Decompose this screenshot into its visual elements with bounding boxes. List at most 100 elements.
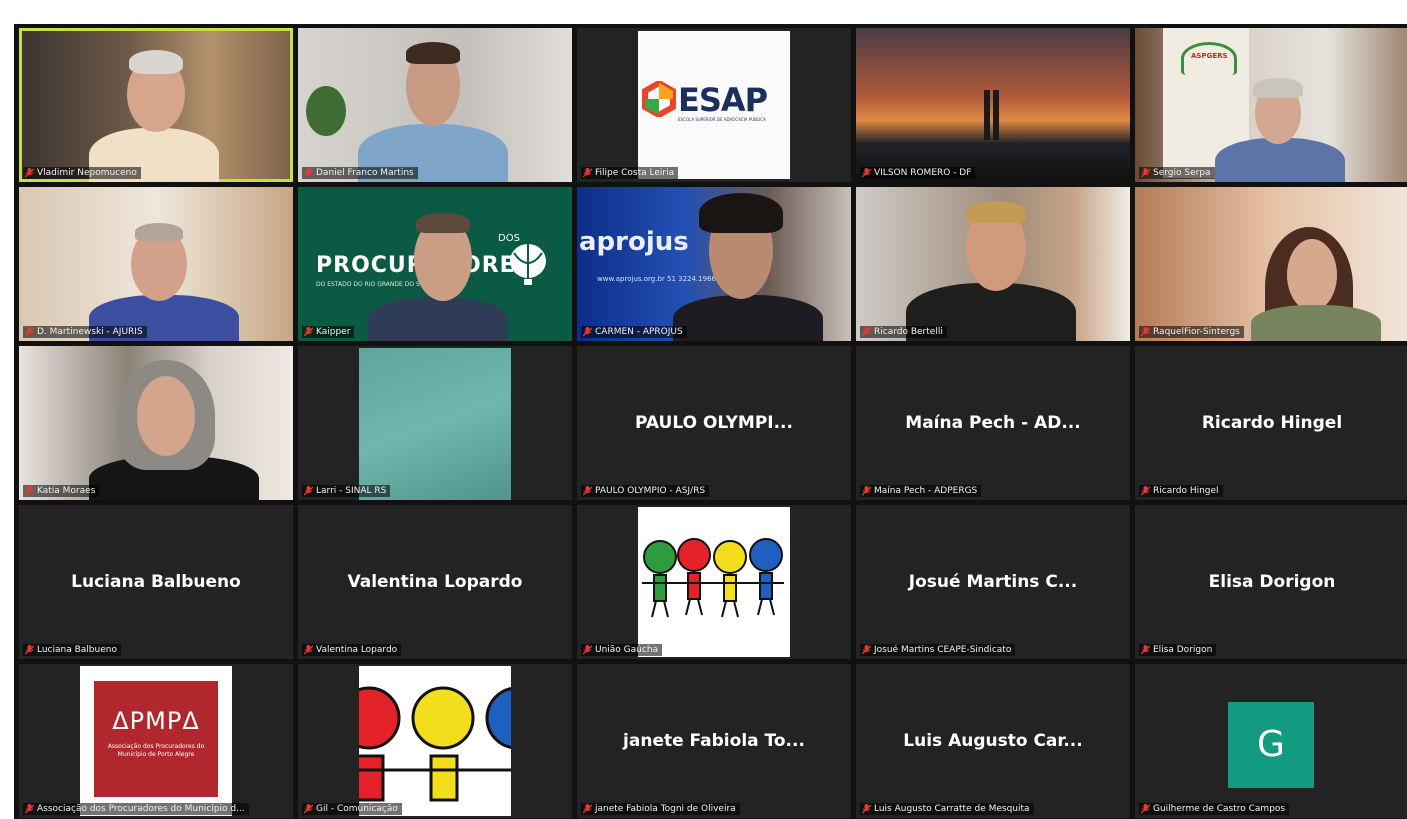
participant-tile-paulo[interactable]: PAULO OLYMPI... PAULO OLYMPIO - ASJ/RS: [577, 346, 851, 500]
participant-background-image: [359, 348, 511, 500]
participant-tile-ricardo-hingel[interactable]: Ricardo Hingel Ricardo Hingel: [1135, 346, 1407, 500]
participant-name-label: Guilherme de Castro Campos: [1139, 803, 1290, 815]
participant-name-label: Josué Martins CEAPE-Sindicato: [860, 644, 1016, 656]
participant-name-label: União Gaúcha: [581, 644, 663, 656]
congress-towers: [993, 90, 999, 140]
mic-muted-icon: [862, 645, 871, 655]
mic-muted-icon: [862, 486, 871, 496]
participant-name-label: Kaipper: [302, 326, 355, 338]
participant-name-label: Ricardo Hingel: [1139, 485, 1223, 497]
participant-name-label: Sergio Serpa: [1139, 167, 1215, 179]
aprojus-logo-text: aprojus: [579, 227, 689, 257]
mic-muted-icon: [862, 804, 871, 814]
participant-tile-janete[interactable]: janete Fabiola To... janete Fabiola Togn…: [577, 664, 851, 818]
participant-display-name: Josué Martins C...: [908, 572, 1078, 592]
mic-muted-icon: [1141, 486, 1150, 496]
participant-name-label: Associação dos Procuradores do Município…: [23, 803, 249, 815]
mic-muted-icon: [1141, 327, 1150, 337]
mic-muted-icon: [25, 645, 34, 655]
mic-muted-icon: [862, 327, 871, 337]
participant-tile-larri[interactable]: Larri - SINAL RS: [298, 346, 572, 500]
participant-display-name: PAULO OLYMPI...: [635, 413, 793, 433]
participant-name-label: Ricardo Bertelli: [860, 326, 947, 338]
apmpa-logo-subtext: Associação dos Procuradores do Município…: [107, 743, 205, 758]
participant-name-label: Maína Pech - ADPERGS: [860, 485, 982, 497]
mic-muted-icon: [583, 168, 592, 178]
mic-muted-icon: [304, 327, 313, 337]
participant-tile-daniel[interactable]: Daniel Franco Martins: [298, 28, 572, 182]
participant-tile-guilherme[interactable]: G Guilherme de Castro Campos: [1135, 664, 1407, 818]
participant-name-label: D. Martinewski - AJURIS: [23, 326, 147, 338]
participant-name-label: Katia Moraes: [23, 485, 100, 497]
participant-tile-valentina[interactable]: Valentina Lopardo Valentina Lopardo: [298, 505, 572, 659]
mic-muted-icon: [1141, 804, 1150, 814]
participant-tile-apmpa[interactable]: ΔPMPΔ Associação dos Procuradores do Mun…: [19, 664, 293, 818]
participant-name-label: janete Fabiola Togni de Oliveira: [581, 803, 740, 815]
participant-name-label: Daniel Franco Martins: [302, 167, 418, 179]
mic-muted-icon: [25, 804, 34, 814]
uniao-gaucha-logo: [638, 507, 790, 657]
mic-muted-icon: [583, 327, 592, 337]
mic-muted-icon: [583, 804, 592, 814]
participant-name-label: Gil - Comunicação: [302, 803, 402, 815]
participant-tile-martinewski[interactable]: D. Martinewski - AJURIS: [19, 187, 293, 341]
participant-tile-katia[interactable]: Katia Moraes: [19, 346, 293, 500]
mic-muted-icon: [862, 168, 871, 178]
participant-tile-vladimir[interactable]: Vladimir Nepomuceno: [19, 28, 293, 182]
participant-tile-josue[interactable]: Josué Martins C... Josué Martins CEAPE-S…: [856, 505, 1130, 659]
participant-tile-sergio[interactable]: ASPGERS Sergio Serpa: [1135, 28, 1407, 182]
participant-name-label: Larri - SINAL RS: [302, 485, 391, 497]
mic-muted-icon: [1141, 168, 1150, 178]
congress-towers: [984, 90, 990, 140]
esap-logo: ESAP ESCOLA SUPERIOR DE ADVOCACIA PÚBLIC…: [638, 31, 790, 179]
participant-tile-luis[interactable]: Luis Augusto Car... Luis Augusto Carratt…: [856, 664, 1130, 818]
participant-tile-filipe[interactable]: ESAP ESCOLA SUPERIOR DE ADVOCACIA PÚBLIC…: [577, 28, 851, 182]
mic-muted-icon: [304, 168, 313, 178]
participant-tile-ricardo-bertelli[interactable]: Ricardo Bertelli: [856, 187, 1130, 341]
participant-name-label: Elisa Dorigon: [1139, 644, 1217, 656]
mic-muted-icon: [25, 168, 34, 178]
participant-tile-elisa[interactable]: Elisa Dorigon Elisa Dorigon: [1135, 505, 1407, 659]
participant-display-name: janete Fabiola To...: [623, 731, 805, 751]
participant-name-label: Filipe Costa Leiria: [581, 167, 679, 179]
participant-tile-vilson[interactable]: VILSON ROMERO - DF: [856, 28, 1130, 182]
uniao-gaucha-logo-zoomed: [337, 666, 549, 816]
mic-muted-icon: [583, 645, 592, 655]
participant-display-name: Ricardo Hingel: [1201, 413, 1343, 433]
children-holding-hands-icon: [337, 686, 549, 802]
participant-tile-carmen[interactable]: aprojus www.aprojus.org.br 51 3224.1966 …: [577, 187, 851, 341]
participant-tile-uniao-gaucha[interactable]: União Gaúcha: [577, 505, 851, 659]
participant-display-name: Valentina Lopardo: [347, 572, 523, 592]
meeting-gallery-view: Vladimir Nepomuceno Daniel Franco Martin…: [14, 24, 1407, 819]
participant-grid: Vladimir Nepomuceno Daniel Franco Martin…: [19, 28, 1407, 818]
mic-muted-icon: [304, 486, 313, 496]
participant-tile-maina[interactable]: Maína Pech - AD... Maína Pech - ADPERGS: [856, 346, 1130, 500]
participant-display-name: Luciana Balbueno: [71, 572, 241, 592]
apmpa-logo: ΔPMPΔ Associação dos Procuradores do Mun…: [80, 666, 232, 816]
participant-name-label: Vladimir Nepomuceno: [23, 167, 141, 179]
apmpa-logo-box: ΔPMPΔ Associação dos Procuradores do Mun…: [94, 681, 218, 797]
participant-display-name: Maína Pech - AD...: [905, 413, 1081, 433]
mic-muted-icon: [25, 486, 34, 496]
esap-logo-subtext: ESCOLA SUPERIOR DE ADVOCACIA PÚBLICA: [678, 117, 766, 122]
mic-muted-icon: [304, 645, 313, 655]
mic-muted-icon: [583, 486, 592, 496]
participant-name-label: VILSON ROMERO - DF: [860, 167, 976, 179]
esap-logo-text: ESAP: [678, 81, 768, 119]
children-holding-hands-icon: [642, 538, 784, 618]
participant-tile-luciana[interactable]: Luciana Balbueno Luciana Balbueno: [19, 505, 293, 659]
participant-tile-gil[interactable]: Gil - Comunicação: [298, 664, 572, 818]
participant-name-label: Luciana Balbueno: [23, 644, 121, 656]
participant-tile-raquel[interactable]: RaquelFior-Sintergs: [1135, 187, 1407, 341]
participant-display-name: Luis Augusto Car...: [903, 731, 1083, 751]
participant-name-label: RaquelFior-Sintergs: [1139, 326, 1244, 338]
participant-name-label: CARMEN - APROJUS: [581, 326, 687, 338]
mic-muted-icon: [1141, 645, 1150, 655]
mic-muted-icon: [25, 327, 34, 337]
participant-tile-kaipper[interactable]: DOS PROCURADORES DO ESTADO DO RIO GRANDE…: [298, 187, 572, 341]
balloon-icon: [510, 244, 546, 285]
participant-display-name: Elisa Dorigon: [1208, 572, 1336, 592]
esap-hexagon-icon: [642, 81, 676, 117]
participant-name-label: Luis Augusto Carratte de Mesquita: [860, 803, 1034, 815]
participant-name-label: PAULO OLYMPIO - ASJ/RS: [581, 485, 710, 497]
